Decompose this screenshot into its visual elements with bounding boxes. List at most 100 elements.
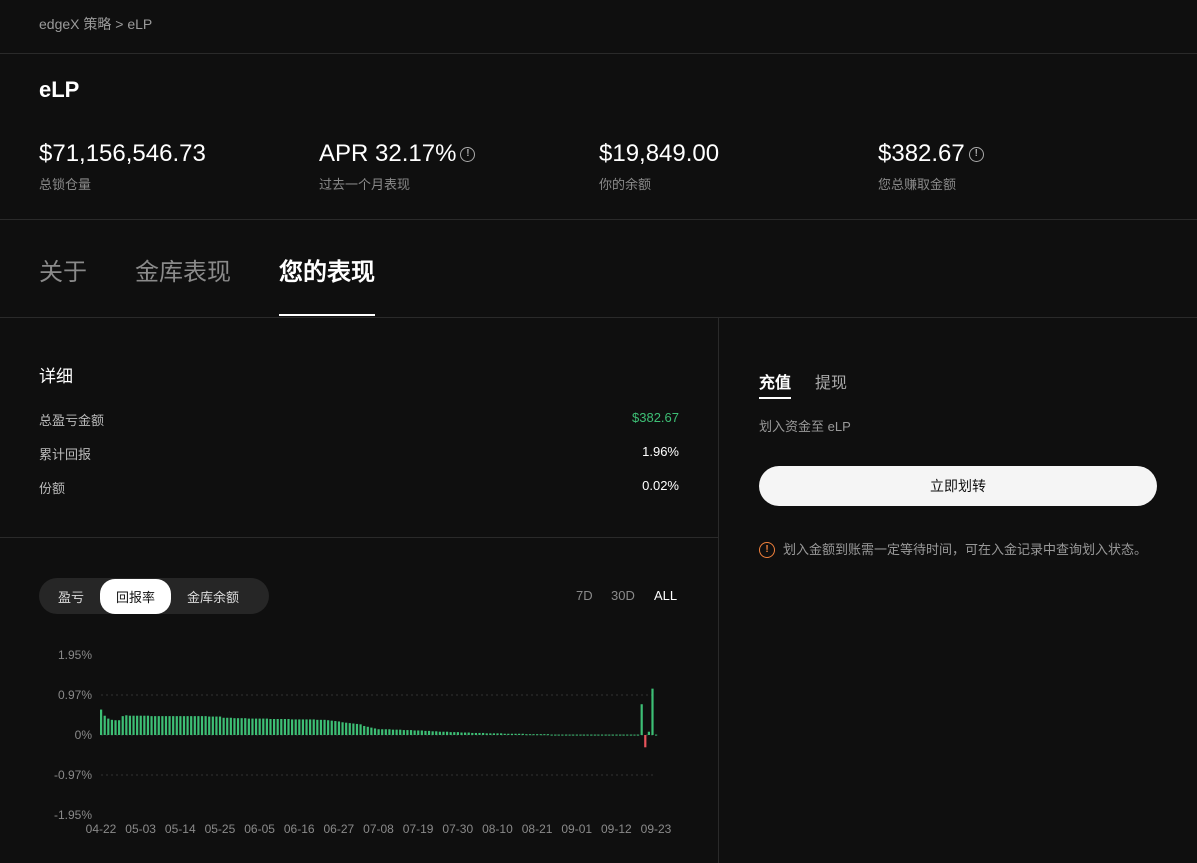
bar xyxy=(208,716,211,735)
bar xyxy=(143,715,146,735)
x-tick-label: 05-03 xyxy=(125,822,156,836)
x-tick-label: 06-05 xyxy=(244,822,275,836)
bar xyxy=(651,688,654,735)
bar xyxy=(409,730,413,735)
bar xyxy=(330,720,333,735)
bar xyxy=(276,719,279,735)
x-tick-label: 05-14 xyxy=(165,822,196,836)
stat-value: $71,156,546.73 xyxy=(39,140,206,167)
y-tick-label: -0.97% xyxy=(54,768,92,782)
y-tick-label: 0% xyxy=(75,728,93,742)
x-tick-label: 07-30 xyxy=(442,822,473,836)
range-all[interactable]: ALL xyxy=(654,588,677,603)
bar xyxy=(254,718,258,735)
range-30d[interactable]: 30D xyxy=(611,588,635,603)
bar xyxy=(554,734,557,736)
info-icon[interactable]: ! xyxy=(460,146,476,162)
stat-tvl: $71,156,546.73 总锁仓量 xyxy=(39,140,206,193)
bar xyxy=(236,718,240,735)
bar xyxy=(211,716,214,735)
bar xyxy=(355,723,359,735)
bar xyxy=(445,731,449,735)
tab-about[interactable]: 关于 xyxy=(39,252,87,287)
warning-text: 划入金额到账需一定等待时间，可在入金记录中查询划入状态。 xyxy=(783,542,1148,557)
bar xyxy=(482,732,485,735)
bar xyxy=(543,734,546,736)
tab-withdraw[interactable]: 提现 xyxy=(815,369,847,393)
bar xyxy=(586,734,589,736)
bar xyxy=(528,734,532,736)
bar xyxy=(107,718,110,735)
info-icon[interactable]: ! xyxy=(968,146,984,162)
bar xyxy=(463,732,467,735)
transfer-button[interactable]: 立即划转 xyxy=(759,466,1157,506)
bar xyxy=(485,733,488,735)
bar xyxy=(298,719,301,735)
x-tick-label: 08-21 xyxy=(522,822,553,836)
bar xyxy=(103,715,106,735)
bar xyxy=(139,715,142,735)
bar xyxy=(280,719,283,735)
bar xyxy=(546,734,550,736)
detail-row-pnl: 总盈亏金额 $382.67 xyxy=(39,410,679,429)
stat-label: 总锁仓量 xyxy=(39,177,92,192)
bar xyxy=(600,734,604,736)
bar xyxy=(514,733,517,735)
mode-return-rate[interactable]: 回报率 xyxy=(100,578,172,614)
bar xyxy=(200,716,204,735)
mode-vault-balance[interactable]: 金库余额 xyxy=(171,579,255,614)
bar xyxy=(226,717,229,735)
breadcrumb-root[interactable]: edgeX 策略 xyxy=(39,16,111,32)
active-tab-indicator xyxy=(279,314,375,316)
details-heading: 详细 xyxy=(39,367,73,386)
bar xyxy=(557,734,560,736)
stat-earned: $382.67! 您总赚取金额 xyxy=(878,140,984,193)
detail-label: 份额 xyxy=(39,481,66,496)
mode-pnl[interactable]: 盈亏 xyxy=(42,579,100,614)
bar xyxy=(636,734,640,736)
y-tick-label: 1.95% xyxy=(58,648,92,662)
tab-deposit[interactable]: 充值 xyxy=(759,369,792,399)
bar xyxy=(536,734,539,736)
bar xyxy=(431,731,434,735)
bar xyxy=(384,729,387,735)
bar xyxy=(110,719,114,735)
bar xyxy=(359,724,362,735)
bar xyxy=(510,733,514,735)
bar xyxy=(420,730,423,735)
stat-label: 您总赚取金额 xyxy=(878,177,957,192)
bar xyxy=(564,734,568,736)
bar xyxy=(467,732,470,735)
bar xyxy=(442,731,445,735)
bar xyxy=(381,729,384,735)
breadcrumb-current: eLP xyxy=(127,16,153,32)
bar xyxy=(172,716,175,735)
bar xyxy=(471,732,474,735)
bar xyxy=(406,730,409,735)
bar xyxy=(366,726,369,735)
bar xyxy=(500,733,503,735)
bar xyxy=(532,734,535,736)
bar xyxy=(287,719,290,735)
bar xyxy=(204,716,207,735)
bar xyxy=(561,734,564,736)
x-tick-label: 04-22 xyxy=(86,822,117,836)
bar xyxy=(164,716,168,735)
breadcrumb-separator: > xyxy=(115,16,124,32)
panel-divider xyxy=(718,318,719,863)
x-tick-label: 08-10 xyxy=(482,822,513,836)
tab-your-performance[interactable]: 您的表现 xyxy=(279,252,375,287)
bar xyxy=(154,716,157,735)
bar xyxy=(323,719,326,735)
stat-balance: $19,849.00 你的余额 xyxy=(599,140,719,193)
bar xyxy=(114,720,117,735)
bar xyxy=(363,725,366,735)
bar xyxy=(319,719,323,735)
range-7d[interactable]: 7D xyxy=(576,588,593,603)
bar xyxy=(179,716,182,735)
bar xyxy=(460,732,463,735)
bar xyxy=(618,734,622,736)
bar xyxy=(575,734,578,736)
bar xyxy=(640,704,643,735)
tab-vault-performance[interactable]: 金库表现 xyxy=(135,252,231,287)
